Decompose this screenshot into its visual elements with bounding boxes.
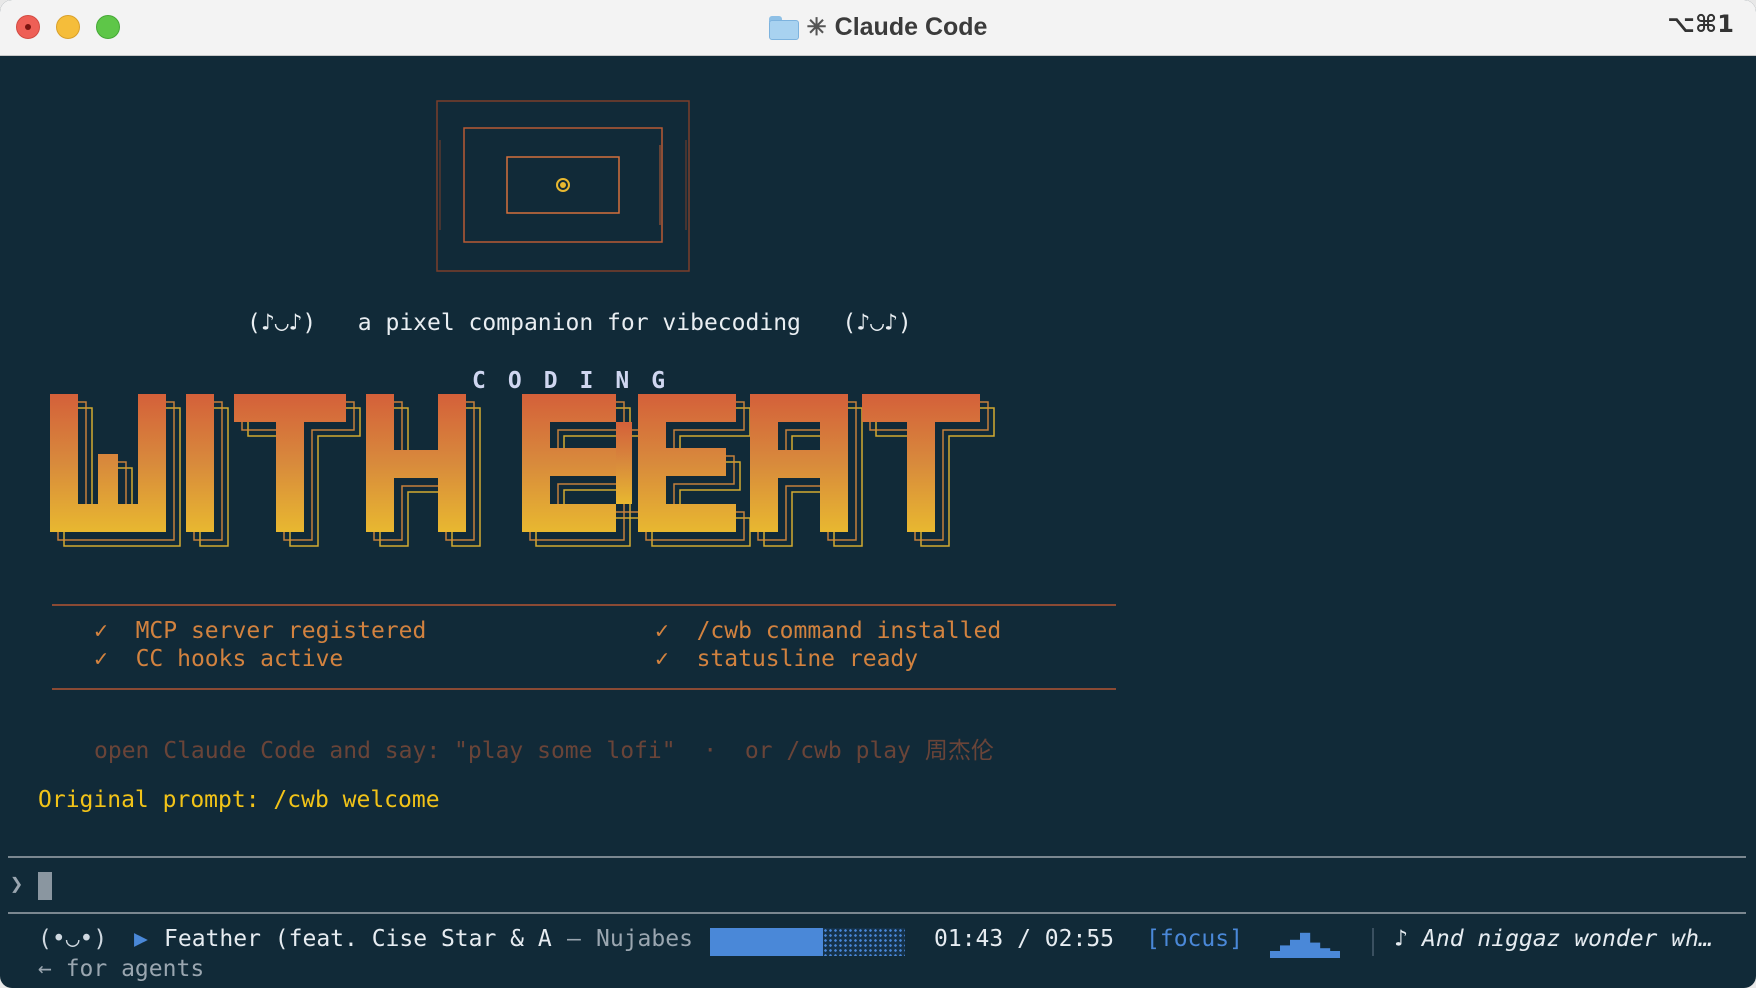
check-icon: ✓ — [655, 618, 669, 644]
divider-top — [52, 604, 1116, 606]
track-artist: Nujabes — [596, 926, 693, 952]
play-icon[interactable]: ▶ — [134, 926, 148, 952]
prompt-divider-bottom — [8, 912, 1746, 914]
check-cwb-command: ✓ /cwb command installed — [655, 618, 1002, 644]
window-title: ✳ Claude Code — [0, 0, 1756, 55]
playback-time: 01:43 / 02:55 — [934, 926, 1115, 952]
usage-hint: open Claude Code and say: "play some lof… — [94, 738, 994, 764]
terminal-content: (♪◡♪) a pixel companion for vibecoding (… — [0, 56, 1756, 988]
with-beat-title — [50, 394, 995, 547]
equalizer-bar — [1310, 942, 1321, 958]
prompt-divider-top — [8, 856, 1746, 858]
divider-bottom — [52, 688, 1116, 690]
original-prompt: Original prompt: /cwb welcome — [38, 787, 440, 813]
equalizer-bar — [1300, 932, 1311, 958]
check-icon: ✓ — [94, 618, 108, 644]
window-title-text: Claude Code — [834, 13, 988, 41]
music-note-icon: ♪ — [1394, 926, 1408, 952]
progress-remaining — [823, 928, 905, 956]
coding-label: CODING — [472, 368, 688, 394]
check-cc-hooks: ✓ CC hooks active — [94, 646, 344, 672]
equalizer-bar — [1320, 948, 1331, 958]
prompt-caret-icon: ❯ — [10, 872, 24, 897]
mode-badge[interactable]: [focus] — [1146, 926, 1243, 952]
folder-icon — [768, 15, 799, 40]
track-title: Feather (feat. Cise Star & A — [164, 926, 552, 952]
tagline: (♪◡♪) a pixel companion for vibecoding (… — [247, 310, 912, 336]
companion-face: (•◡•) — [38, 926, 108, 952]
window-shortcut: ⌥⌘1 — [1667, 10, 1734, 38]
equalizer-bar — [1290, 939, 1301, 958]
status-separator — [1372, 928, 1374, 956]
asterisk-icon: ✳ — [806, 14, 827, 41]
equalizer-bar — [1280, 945, 1291, 958]
music-statusline: (•◡•) ▶ Feather (feat. Cise Star & A — N… — [0, 926, 1756, 988]
check-statusline: ✓ statusline ready — [655, 646, 919, 672]
title-bar: ✳ Claude Code ⌥⌘1 — [0, 0, 1756, 56]
check-mcp-server: ✓ MCP server registered — [94, 618, 427, 644]
equalizer-icon — [1270, 932, 1340, 958]
prompt-input[interactable] — [38, 872, 52, 900]
playback-progress-bar[interactable] — [710, 928, 905, 956]
progress-fill — [710, 928, 823, 956]
agents-hint[interactable]: ← for agents — [38, 956, 204, 982]
track-separator: — — [567, 926, 581, 952]
equalizer-bar — [1330, 951, 1340, 958]
terminal-window: ✳ Claude Code ⌥⌘1 (♪◡♪) a pixel companio… — [0, 0, 1756, 988]
pixel-companion-logo-icon — [436, 100, 690, 272]
lyric-line: And niggaz wonder wh… — [1422, 926, 1713, 952]
equalizer-bar — [1270, 951, 1281, 958]
check-icon: ✓ — [655, 646, 669, 672]
check-icon: ✓ — [94, 646, 108, 672]
